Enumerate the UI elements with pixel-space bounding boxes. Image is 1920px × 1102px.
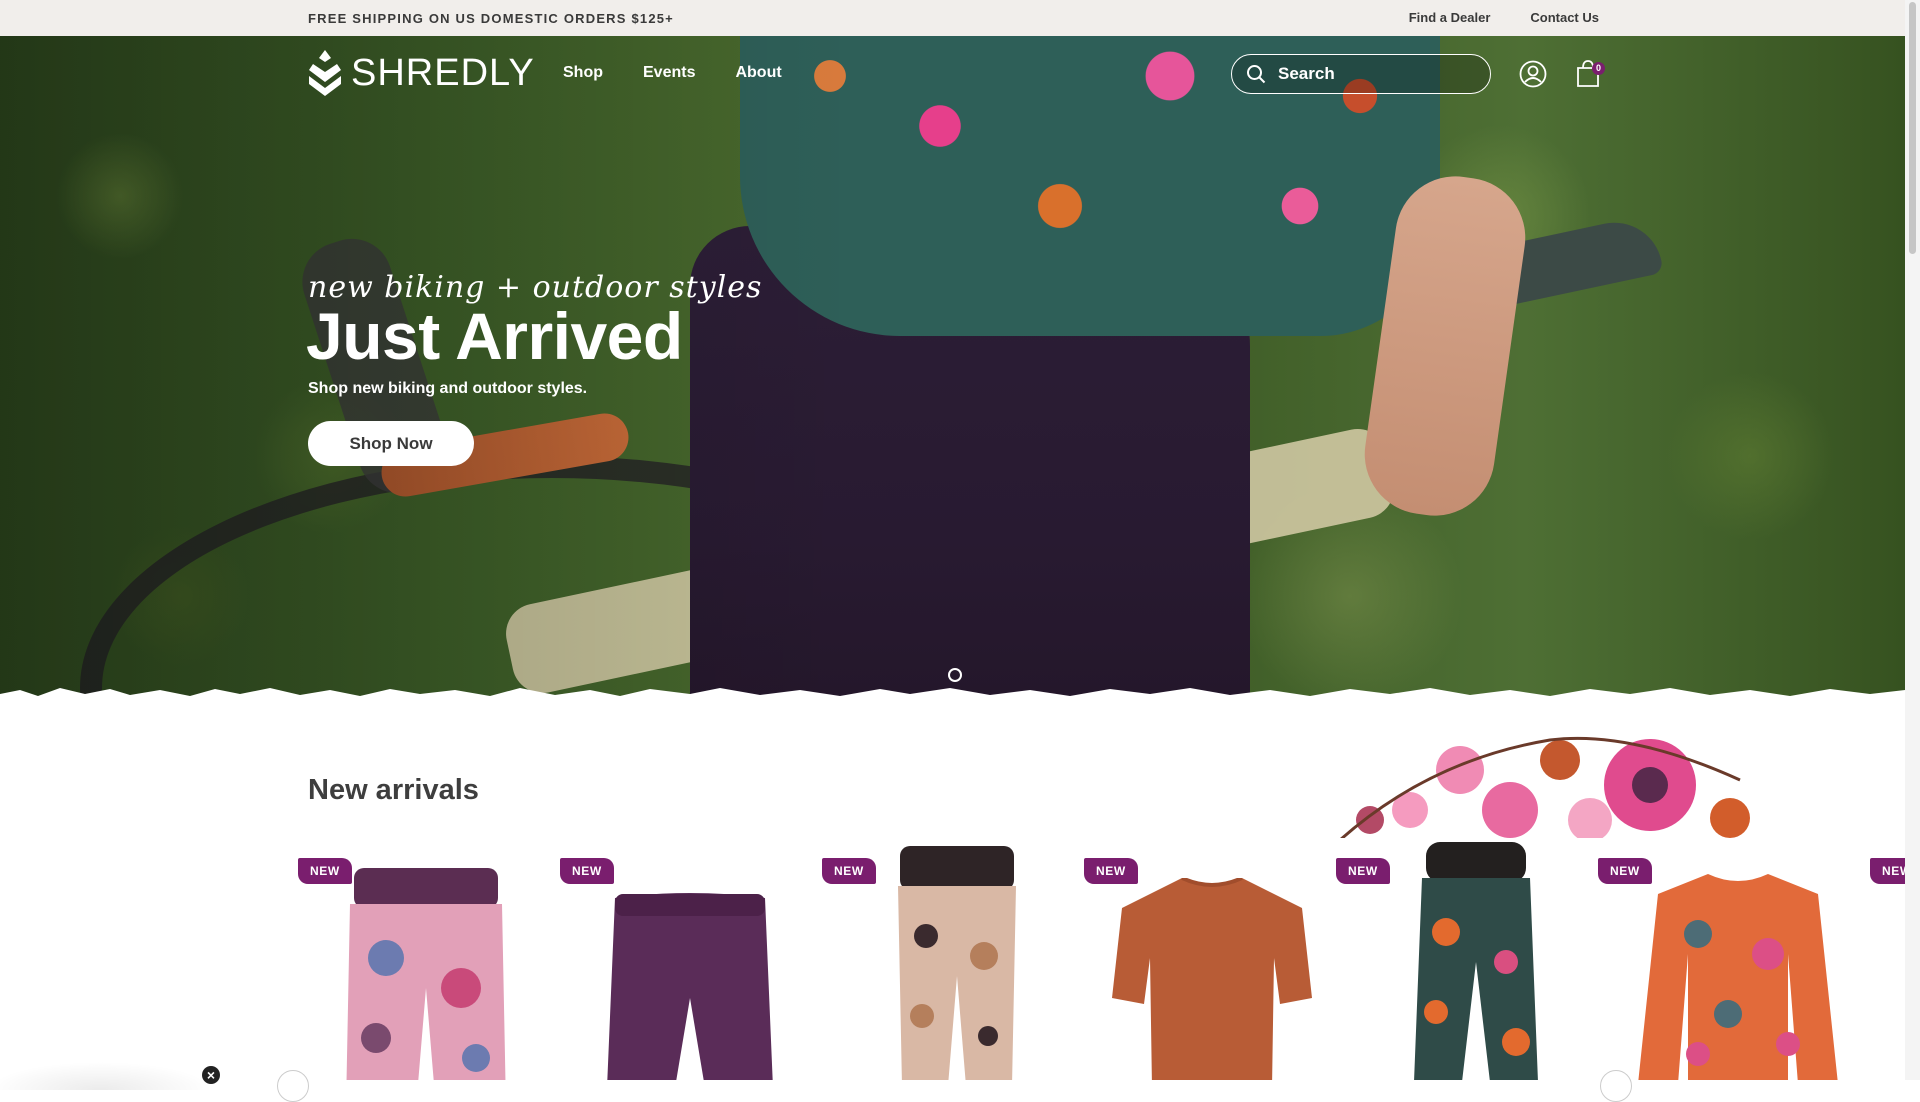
- logo-wordmark: SHREDLY: [351, 51, 535, 94]
- hero-banner: [0, 36, 1905, 710]
- search-input[interactable]: [1276, 63, 1470, 85]
- main-nav: Shop Events About: [563, 64, 782, 82]
- new-badge: NEW: [560, 858, 614, 884]
- carousel-next-button[interactable]: [1600, 1070, 1632, 1102]
- scrollbar-thumb[interactable]: [1909, 2, 1916, 254]
- product-card[interactable]: NEW: [1084, 838, 1324, 1080]
- shipping-message: FREE SHIPPING ON US DOMESTIC ORDERS $125…: [308, 11, 674, 26]
- product-card[interactable]: NEW: [822, 838, 1062, 1080]
- product-card[interactable]: NEW: [1336, 838, 1600, 1080]
- new-badge: NEW: [1598, 858, 1652, 884]
- close-popup-icon[interactable]: ×: [202, 1066, 220, 1084]
- hero-subhead: Shop new biking and outdoor styles.: [308, 380, 588, 397]
- product-image[interactable]: [1638, 874, 1838, 1080]
- new-badge: NEW: [298, 858, 352, 884]
- utility-links: Find a Dealer Contact Us: [1409, 10, 1599, 25]
- new-badge: NEW: [1870, 858, 1905, 884]
- flame-logo-icon: [309, 50, 341, 96]
- new-badge: NEW: [1336, 858, 1390, 884]
- product-card[interactable]: NEW: [1870, 838, 1905, 1080]
- product-image[interactable]: [1112, 878, 1312, 1080]
- announcement-bar: FREE SHIPPING ON US DOMESTIC ORDERS $125…: [0, 0, 1905, 36]
- account-icon[interactable]: [1519, 60, 1547, 88]
- contact-us-link[interactable]: Contact Us: [1530, 10, 1599, 25]
- product-carousel: NEW NEW NEW NEW NEW NEW NE: [298, 838, 1905, 1080]
- product-card[interactable]: NEW: [560, 838, 800, 1080]
- new-badge: NEW: [822, 858, 876, 884]
- cart-count-badge: 0: [1592, 62, 1605, 75]
- product-image[interactable]: [336, 868, 516, 1080]
- floral-decoration: [1339, 736, 1750, 840]
- product-image[interactable]: [892, 846, 1022, 1080]
- hero-headline: Just Arrived: [306, 299, 683, 373]
- search-box[interactable]: [1231, 54, 1491, 94]
- nav-about[interactable]: About: [735, 64, 781, 82]
- nav-shop[interactable]: Shop: [563, 64, 603, 82]
- product-image[interactable]: [605, 888, 775, 1080]
- hero-overlay: [0, 36, 1905, 710]
- find-dealer-link[interactable]: Find a Dealer: [1409, 10, 1491, 25]
- product-card[interactable]: NEW: [1598, 838, 1862, 1080]
- new-arrivals-heading: New arrivals: [308, 774, 479, 806]
- new-badge: NEW: [1084, 858, 1138, 884]
- shop-now-button[interactable]: Shop Now: [308, 421, 474, 466]
- site-logo[interactable]: SHREDLY: [307, 48, 535, 98]
- search-icon: [1247, 65, 1266, 84]
- carousel-prev-button[interactable]: [277, 1070, 309, 1102]
- carousel-dot[interactable]: [948, 668, 962, 682]
- product-card[interactable]: NEW: [298, 838, 538, 1080]
- nav-events[interactable]: Events: [643, 64, 695, 82]
- product-image[interactable]: [1406, 842, 1546, 1080]
